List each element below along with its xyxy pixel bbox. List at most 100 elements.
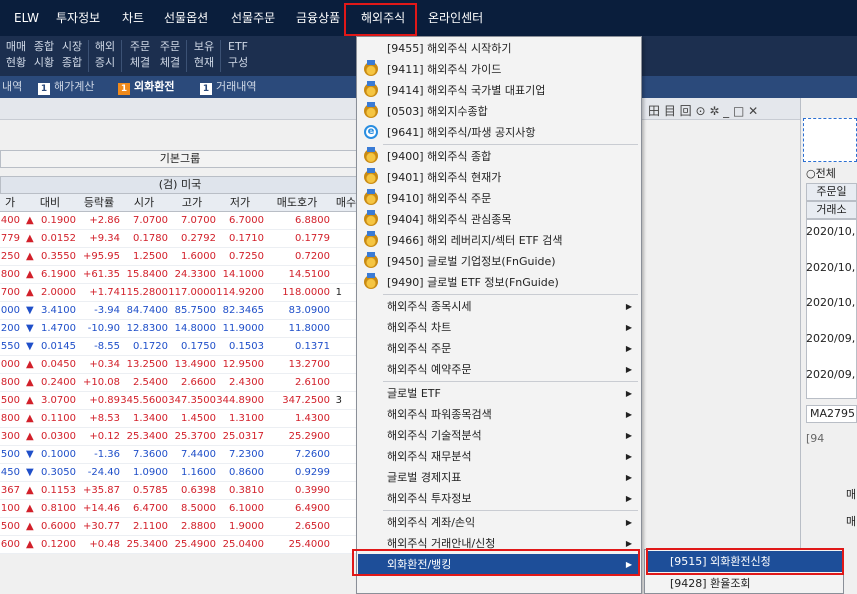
rp-code-field[interactable]: MA2795 bbox=[806, 405, 857, 423]
medal-icon bbox=[364, 147, 378, 163]
tb-trade-status-button[interactable]: 매매 현황 bbox=[2, 39, 30, 71]
cell-high: 1.1600 bbox=[181, 467, 216, 478]
cell-low: 114.9200 bbox=[216, 287, 264, 298]
menu-financial-products[interactable]: 금융상품 bbox=[296, 0, 340, 36]
radio-all[interactable]: ○전체 bbox=[806, 165, 836, 181]
table-row[interactable]: 600 ▲ 0.1200 +0.48 25.3400 25.4900 25.0400 25.4… bbox=[0, 536, 360, 554]
cell-rate: +0.89 bbox=[89, 395, 120, 406]
dropdown-item[interactable]: [0503] 해외지수종합 bbox=[358, 101, 640, 122]
table-row[interactable]: 800 ▲ 0.2400 +10.08 2.5400 2.6600 2.4300 2.6100 bbox=[0, 374, 360, 392]
dropdown-item[interactable]: 해외주식 주문 ▶ bbox=[358, 338, 640, 359]
tb-overseas-market-button[interactable]: 해외 증시 bbox=[91, 39, 119, 71]
cell-high: 0.1750 bbox=[181, 341, 216, 352]
submenu-item[interactable]: [9515] 외화환전신청 bbox=[646, 551, 842, 572]
table-row[interactable]: 800 ▲ 6.1900 +61.35 15.8400 24.3300 14.1000 14.… bbox=[0, 266, 360, 284]
cell-chg: 0.1000 bbox=[41, 449, 76, 460]
tab-number: 1 bbox=[38, 83, 50, 95]
cell-open: 25.3400 bbox=[126, 539, 168, 550]
dropdown-item-label: [9466] 해외 레버리지/섹터 ETF 검색 bbox=[387, 234, 563, 247]
table-row[interactable]: 500 ▼ 0.1000 -1.36 7.3600 7.4400 7.2300 7.2600 bbox=[0, 446, 360, 464]
rp-date-item: 2020/10, bbox=[806, 296, 856, 309]
dropdown-item[interactable]: e [9641] 해외주식/파생 공지사항 bbox=[358, 122, 640, 143]
cell-ask: 6.4900 bbox=[295, 503, 330, 514]
table-row[interactable]: 450 ▼ 0.3050 -24.40 1.0900 1.1600 0.8600 0.9299 bbox=[0, 464, 360, 482]
dropdown-item-label: [9401] 해외주식 현재가 bbox=[387, 171, 502, 184]
menu-investment-info[interactable]: 투자정보 bbox=[56, 0, 100, 36]
group-selector[interactable]: 기본그룹 bbox=[0, 150, 360, 168]
tab-fx-exchange[interactable]: 1 외화환전 bbox=[118, 76, 174, 98]
dropdown-item-label: [9400] 해외주식 종합 bbox=[387, 150, 492, 163]
table-row[interactable]: 300 ▲ 0.0300 +0.12 25.3400 25.3700 25.0317 25.2… bbox=[0, 428, 360, 446]
cell-open: 12.8300 bbox=[126, 323, 168, 334]
dropdown-item[interactable]: [9411] 해외주식 가이드 bbox=[358, 59, 640, 80]
cell-low: 11.9000 bbox=[222, 323, 264, 334]
tab-calc[interactable]: 1 해가계산 bbox=[38, 76, 94, 98]
dropdown-item[interactable]: [9400] 해외주식 종합 bbox=[358, 146, 640, 167]
dropdown-item[interactable]: [9401] 해외주식 현재가 bbox=[358, 167, 640, 188]
table-row[interactable]: 367 ▲ 0.1153 +35.87 0.5785 0.6398 0.3810 0.3990 bbox=[0, 482, 360, 500]
dropdown-item[interactable]: 글로벌 경제지표 ▶ bbox=[358, 467, 640, 488]
table-row[interactable]: 500 ▲ 3.0700 +0.89 345.5600 347.3500 344.8900 3… bbox=[0, 392, 360, 410]
right-input-area[interactable] bbox=[803, 118, 857, 162]
tb-holdings-button[interactable]: 보유 현재 bbox=[190, 39, 218, 71]
table-row[interactable]: 000 ▼ 3.4100 -3.94 84.7400 85.7500 82.3465 83.0… bbox=[0, 302, 360, 320]
cell-p: 000 bbox=[0, 305, 20, 316]
medal-icon bbox=[364, 81, 378, 97]
tb-market-summary-button[interactable]: 종합 시황 bbox=[30, 39, 58, 71]
tb-market-total-button[interactable]: 시장 종합 bbox=[58, 39, 86, 71]
dropdown-item[interactable]: [9404] 해외주식 관심종목 bbox=[358, 209, 640, 230]
table-row[interactable]: 200 ▼ 1.4700 -10.90 12.8300 14.8000 11.9000 11.… bbox=[0, 320, 360, 338]
dropdown-item[interactable]: 해외주식 파워종목검색 ▶ bbox=[358, 404, 640, 425]
dropdown-item[interactable]: 해외주식 재무분석 ▶ bbox=[358, 446, 640, 467]
cell-rate: +95.95 bbox=[82, 251, 120, 262]
rp-label: 매 bbox=[846, 488, 857, 501]
tb-order-fill-2-button[interactable]: 주문 체결 bbox=[156, 39, 184, 71]
table-row[interactable]: 700 ▲ 2.0000 +1.74 115.2800 117.0000 114.9200 1… bbox=[0, 284, 360, 302]
cell-ask: 13.2700 bbox=[288, 359, 330, 370]
table-row[interactable]: 500 ▲ 0.6000 +30.77 2.1100 2.8800 1.9000 2.6500 bbox=[0, 518, 360, 536]
submenu-item-label: [9515] 외화환전신청 bbox=[670, 555, 771, 568]
cell-ask: 0.3990 bbox=[295, 485, 330, 496]
menu-futures-options[interactable]: 선물옵션 bbox=[164, 0, 208, 36]
menu-elw[interactable]: ELW bbox=[14, 0, 39, 36]
dropdown-item[interactable]: 해외주식 기술적분석 ▶ bbox=[358, 425, 640, 446]
dropdown-item[interactable]: [9455] 해외주식 시작하기 bbox=[358, 38, 640, 59]
menu-overseas-stock[interactable]: 해외주식 bbox=[361, 0, 405, 36]
table-row[interactable]: 550 ▼ 0.0145 -8.55 0.1720 0.1750 0.1503 0.1371 bbox=[0, 338, 360, 356]
tb-order-fill-button[interactable]: 주문 체결 bbox=[126, 39, 154, 71]
dropdown-item[interactable]: 해외주식 예약주문 ▶ bbox=[358, 359, 640, 380]
table-row[interactable]: 000 ▲ 0.0450 +0.34 13.2500 13.4900 12.9500 13.2… bbox=[0, 356, 360, 374]
table-row[interactable]: 250 ▲ 0.3550 +95.95 1.2500 1.6000 0.7250 0.7200 bbox=[0, 248, 360, 266]
cell-chg: 0.0450 bbox=[41, 359, 76, 370]
menu-online-center[interactable]: 온라인센터 bbox=[428, 0, 483, 36]
submenu-arrow-icon: ▶ bbox=[625, 518, 632, 527]
table-row[interactable]: 800 ▲ 0.1100 +8.53 1.3400 1.4500 1.3100 1.4300 bbox=[0, 410, 360, 428]
dropdown-item[interactable]: 해외주식 거래안내/신청 ▶ bbox=[358, 533, 640, 554]
menu-futures-order[interactable]: 선물주문 bbox=[231, 0, 275, 36]
tab-history[interactable]: 내역 bbox=[2, 76, 22, 98]
dropdown-item[interactable]: 글로벌 ETF ▶ bbox=[358, 383, 640, 404]
tab-trade-history[interactable]: 1 거래내역 bbox=[200, 76, 256, 98]
dropdown-item[interactable]: 해외주식 종목시세 ▶ bbox=[358, 296, 640, 317]
window-controls[interactable]: 田 目 回 ⊙ ✲ _ □ ✕ bbox=[648, 102, 758, 118]
table-row[interactable]: 779 ▲ 0.0152 +9.34 0.1780 0.2792 0.1710 0.1779 bbox=[0, 230, 360, 248]
tb-etf-button[interactable]: ETF 구성 bbox=[224, 39, 252, 71]
cell-p: 550 bbox=[0, 341, 20, 352]
dropdown-item[interactable]: [9490] 글로벌 ETF 정보(FnGuide) bbox=[358, 272, 640, 293]
menu-chart[interactable]: 차트 bbox=[122, 0, 144, 36]
dropdown-item[interactable]: [9410] 해외주식 주문 bbox=[358, 188, 640, 209]
cell-low: 344.8900 bbox=[216, 395, 264, 406]
cell-low: 0.1503 bbox=[229, 341, 264, 352]
dropdown-item[interactable]: [9466] 해외 레버리지/섹터 ETF 검색 bbox=[358, 230, 640, 251]
dropdown-item[interactable]: 해외주식 계좌/손익 ▶ bbox=[358, 512, 640, 533]
cell-open: 0.5785 bbox=[133, 485, 168, 496]
dropdown-item[interactable]: 외화환전/뱅킹 ▶ bbox=[358, 554, 640, 575]
cell-p: 367 bbox=[0, 485, 20, 496]
dropdown-item[interactable]: [9414] 해외주식 국가별 대표기업 bbox=[358, 80, 640, 101]
dropdown-item[interactable]: 해외주식 차트 ▶ bbox=[358, 317, 640, 338]
submenu-item[interactable]: [9428] 환율조회 bbox=[646, 573, 842, 594]
dropdown-item[interactable]: 해외주식 투자정보 ▶ bbox=[358, 488, 640, 509]
table-row[interactable]: 400 ▲ 0.1900 +2.86 7.0700 7.0700 6.7000 6.8800 bbox=[0, 212, 360, 230]
dropdown-item[interactable]: [9450] 글로벌 기업정보(FnGuide) bbox=[358, 251, 640, 272]
table-row[interactable]: 100 ▲ 0.8100 +14.46 6.4700 8.5000 6.1000 6.4900 bbox=[0, 500, 360, 518]
